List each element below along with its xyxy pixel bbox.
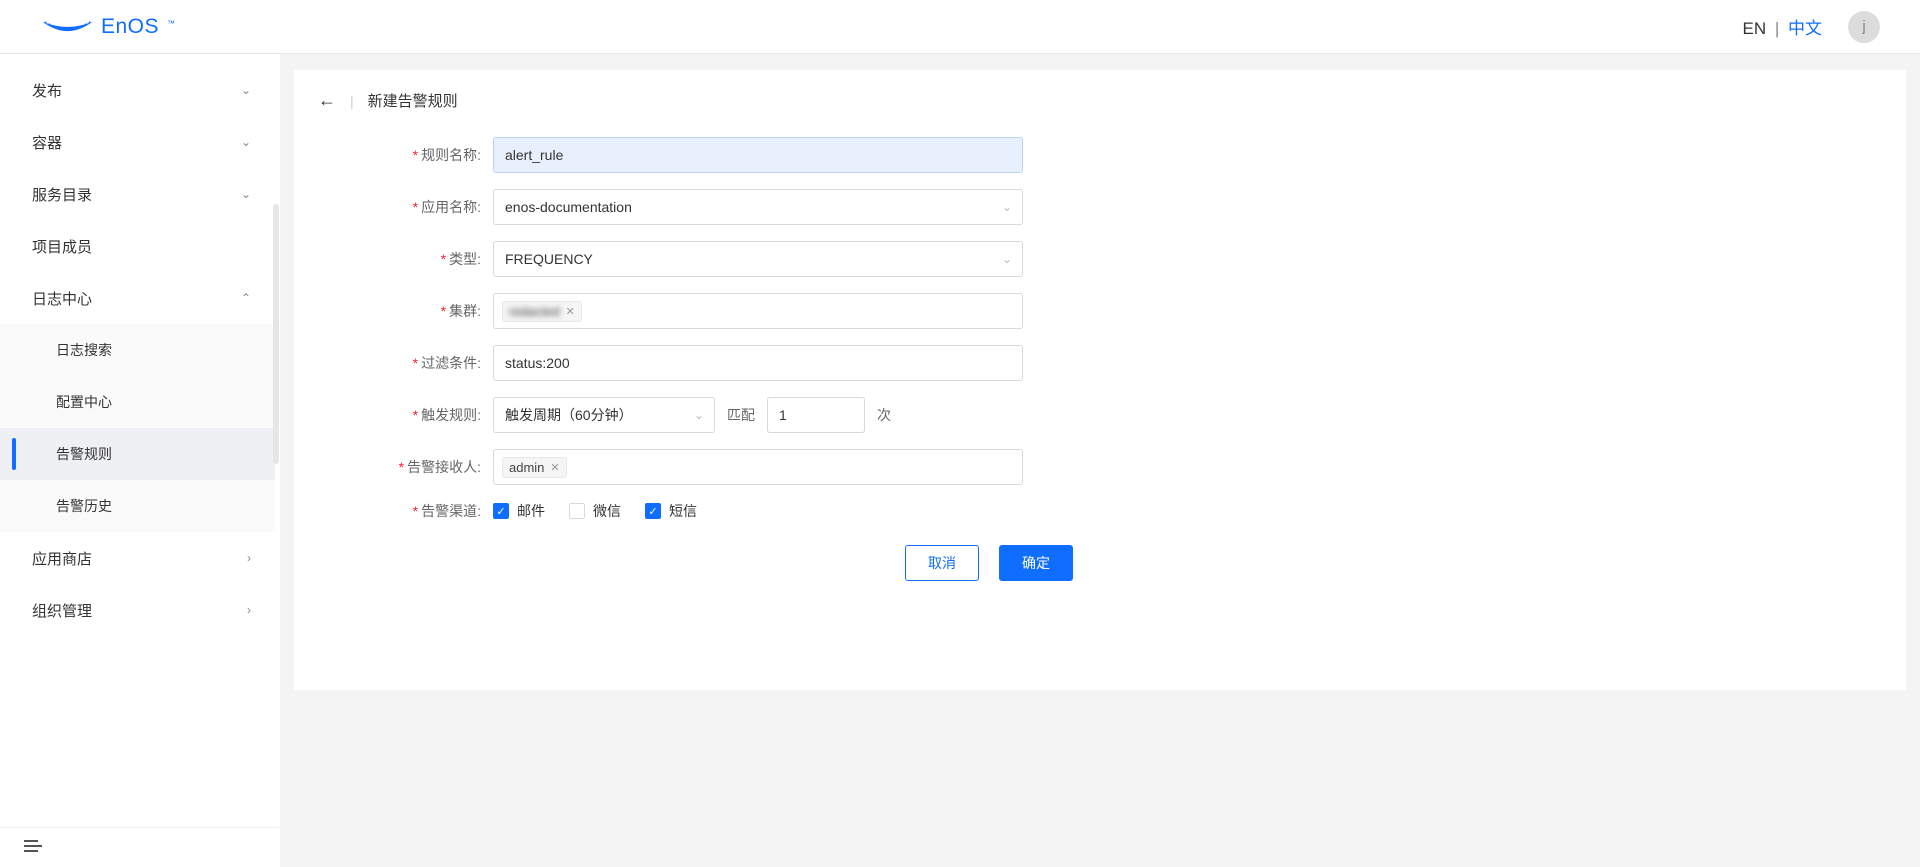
logo-text: EnOS [101,15,159,39]
sidebar-item-app-store[interactable]: 应用商店 › [0,532,275,584]
trigger-period-select[interactable]: 触发周期（60分钟） ⌄ [493,397,715,433]
chevron-down-icon: ⌄ [241,135,251,149]
sidebar-item-publish[interactable]: 发布 ⌄ [0,64,275,116]
checkbox-icon [569,503,585,519]
panel: ← | 新建告警规则 *规则名称: alert_rule *应用名称: enos… [294,70,1906,690]
cluster-multi-input[interactable]: redacted ✕ [493,293,1023,329]
recipient-multi-input[interactable]: admin ✕ [493,449,1023,485]
lang-sep: | [1775,19,1779,38]
avatar-letter: j [1862,18,1865,35]
rule-name-input[interactable]: alert_rule [493,137,1023,173]
sidebar-item-project-members[interactable]: 项目成员 [0,220,275,272]
sidebar-sub-alert-history[interactable]: 告警历史 [0,480,275,532]
chevron-down-icon: ⌄ [1002,252,1012,266]
sidebar-item-log-center[interactable]: 日志中心 ⌃ [0,272,275,324]
language-switch[interactable]: EN | 中文 [1742,14,1822,39]
sidebar: 发布 ⌄ 容器 ⌄ 服务目录 ⌄ 项目成员 日志中心 ⌃ 日志搜索 配置 [0,54,280,867]
match-label: 匹配 [727,405,755,425]
sidebar-sub-alert-rules[interactable]: 告警规则 [0,428,275,480]
chevron-right-icon: › [247,551,251,565]
chevron-down-icon: ⌄ [241,83,251,97]
back-arrow-icon[interactable]: ← [318,90,336,111]
channel-wechat-checkbox[interactable]: 微信 [569,501,621,521]
logo[interactable]: EnOS ™ [40,15,175,39]
sidebar-item-container[interactable]: 容器 ⌄ [0,116,275,168]
ok-button[interactable]: 确定 [999,545,1073,581]
type-select[interactable]: FREQUENCY ⌄ [493,241,1023,277]
lang-en[interactable]: EN [1742,19,1766,38]
label-recipient: *告警接收人: [388,457,493,477]
lang-zh[interactable]: 中文 [1788,19,1822,38]
label-app-name: *应用名称: [388,197,493,217]
main-content: ← | 新建告警规则 *规则名称: alert_rule *应用名称: enos… [280,54,1920,867]
menu-collapse-icon[interactable] [24,839,42,856]
divider: | [350,93,354,109]
chevron-down-icon: ⌄ [241,187,251,201]
logo-tm: ™ [167,19,175,28]
channel-email-checkbox[interactable]: ✓ 邮件 [493,501,545,521]
recipient-tag[interactable]: admin ✕ [502,457,567,478]
chevron-down-icon: ⌄ [694,408,704,422]
checkbox-checked-icon: ✓ [645,503,661,519]
header-right: EN | 中文 j [1742,11,1880,43]
chevron-down-icon: ⌄ [1002,200,1012,214]
sidebar-item-org-management[interactable]: 组织管理 › [0,584,275,636]
times-suffix: 次 [877,405,891,425]
tag-remove-icon[interactable]: ✕ [566,305,575,318]
chevron-right-icon: › [247,603,251,617]
logo-swoosh-icon [40,16,95,38]
checkbox-checked-icon: ✓ [493,503,509,519]
label-filter: *过滤条件: [388,353,493,373]
sidebar-sub-config-center[interactable]: 配置中心 [0,376,275,428]
label-rule-name: *规则名称: [388,145,493,165]
scrollbar[interactable] [273,204,279,464]
channel-sms-checkbox[interactable]: ✓ 短信 [645,501,697,521]
sidebar-item-service-catalog[interactable]: 服务目录 ⌄ [0,168,275,220]
sidebar-footer [0,827,279,867]
filter-input[interactable]: status:200 [493,345,1023,381]
cluster-tag[interactable]: redacted ✕ [502,301,582,322]
chevron-up-icon: ⌃ [241,291,251,305]
tag-remove-icon[interactable]: ✕ [550,461,559,474]
label-cluster: *集群: [388,301,493,321]
sidebar-sub-log-search[interactable]: 日志搜索 [0,324,275,376]
label-type: *类型: [388,249,493,269]
avatar[interactable]: j [1848,11,1880,43]
label-trigger: *触发规则: [388,405,493,425]
cancel-button[interactable]: 取消 [905,545,979,581]
app-name-select[interactable]: enos-documentation ⌄ [493,189,1023,225]
label-channel: *告警渠道: [388,501,493,521]
app-header: EnOS ™ EN | 中文 j [0,0,1920,54]
alert-rule-form: *规则名称: alert_rule *应用名称: enos-documentat… [388,137,1148,581]
panel-header: ← | 新建告警规则 [318,90,1882,111]
trigger-times-input[interactable]: 1 [767,397,865,433]
page-title: 新建告警规则 [368,90,458,111]
